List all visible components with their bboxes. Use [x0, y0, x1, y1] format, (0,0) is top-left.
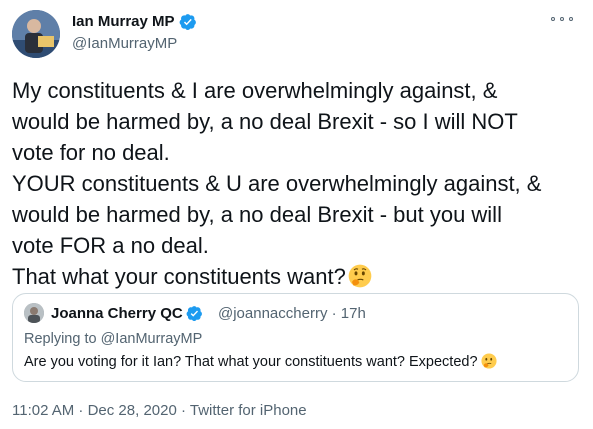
thinking-face-icon	[348, 264, 372, 288]
quoted-author-name[interactable]: Joanna Cherry QC	[51, 304, 203, 323]
tweet-timestamp[interactable]: 11:02 AM · Dec 28, 2020	[12, 402, 177, 419]
tweet-line: would be harmed by, a no deal Brexit - b…	[12, 202, 502, 227]
tweet-source[interactable]: Twitter for iPhone	[190, 402, 307, 419]
quoted-tweet-card[interactable]: Joanna Cherry QC @joannaccherry · 17h Re…	[12, 293, 579, 382]
quoted-text: Are you voting for it Ian? That what you…	[24, 354, 478, 370]
quoted-avatar-photo	[24, 303, 44, 323]
more-options-icon[interactable]	[551, 12, 573, 26]
quoted-avatar[interactable]	[24, 303, 44, 323]
tweet-line: vote FOR a no deal.	[12, 233, 209, 258]
dot	[569, 17, 573, 21]
tweet-last-line: That what your constituents want?	[12, 261, 582, 292]
tweet-meta: 11:02 AM · Dec 28, 2020 · Twitter for iP…	[12, 401, 307, 420]
author-handle[interactable]: @IanMurrayMP	[72, 34, 177, 53]
meta-separator: ·	[176, 402, 190, 419]
tweet-text: My constituents & I are overwhelmingly a…	[12, 75, 582, 292]
author-name-text[interactable]: Ian Murray MP	[72, 12, 175, 31]
author-name[interactable]: Ian Murray MP	[72, 12, 197, 31]
quoted-author-name-text[interactable]: Joanna Cherry QC	[51, 304, 183, 323]
dot	[551, 17, 555, 21]
verified-badge-icon	[179, 13, 196, 30]
avatar[interactable]	[12, 10, 60, 58]
quoted-handle-time[interactable]: @joannaccherry · 17h	[218, 304, 366, 323]
thinking-face-icon	[480, 353, 497, 369]
avatar-photo	[12, 10, 60, 58]
dot	[560, 17, 564, 21]
tweet-line: would be harmed by, a no deal Brexit - s…	[12, 109, 518, 134]
replying-to: Replying to @IanMurrayMP	[24, 331, 203, 347]
quoted-tweet-text: Are you voting for it Ian? That what you…	[24, 353, 497, 372]
tweet-line: That what your constituents want?	[12, 264, 346, 289]
tweet-line: My constituents & I are overwhelmingly a…	[12, 78, 498, 103]
verified-badge-icon	[186, 306, 202, 322]
tweet-line: vote for no deal.	[12, 140, 170, 165]
tweet-line: YOUR constituents & U are overwhelmingly…	[12, 171, 542, 196]
